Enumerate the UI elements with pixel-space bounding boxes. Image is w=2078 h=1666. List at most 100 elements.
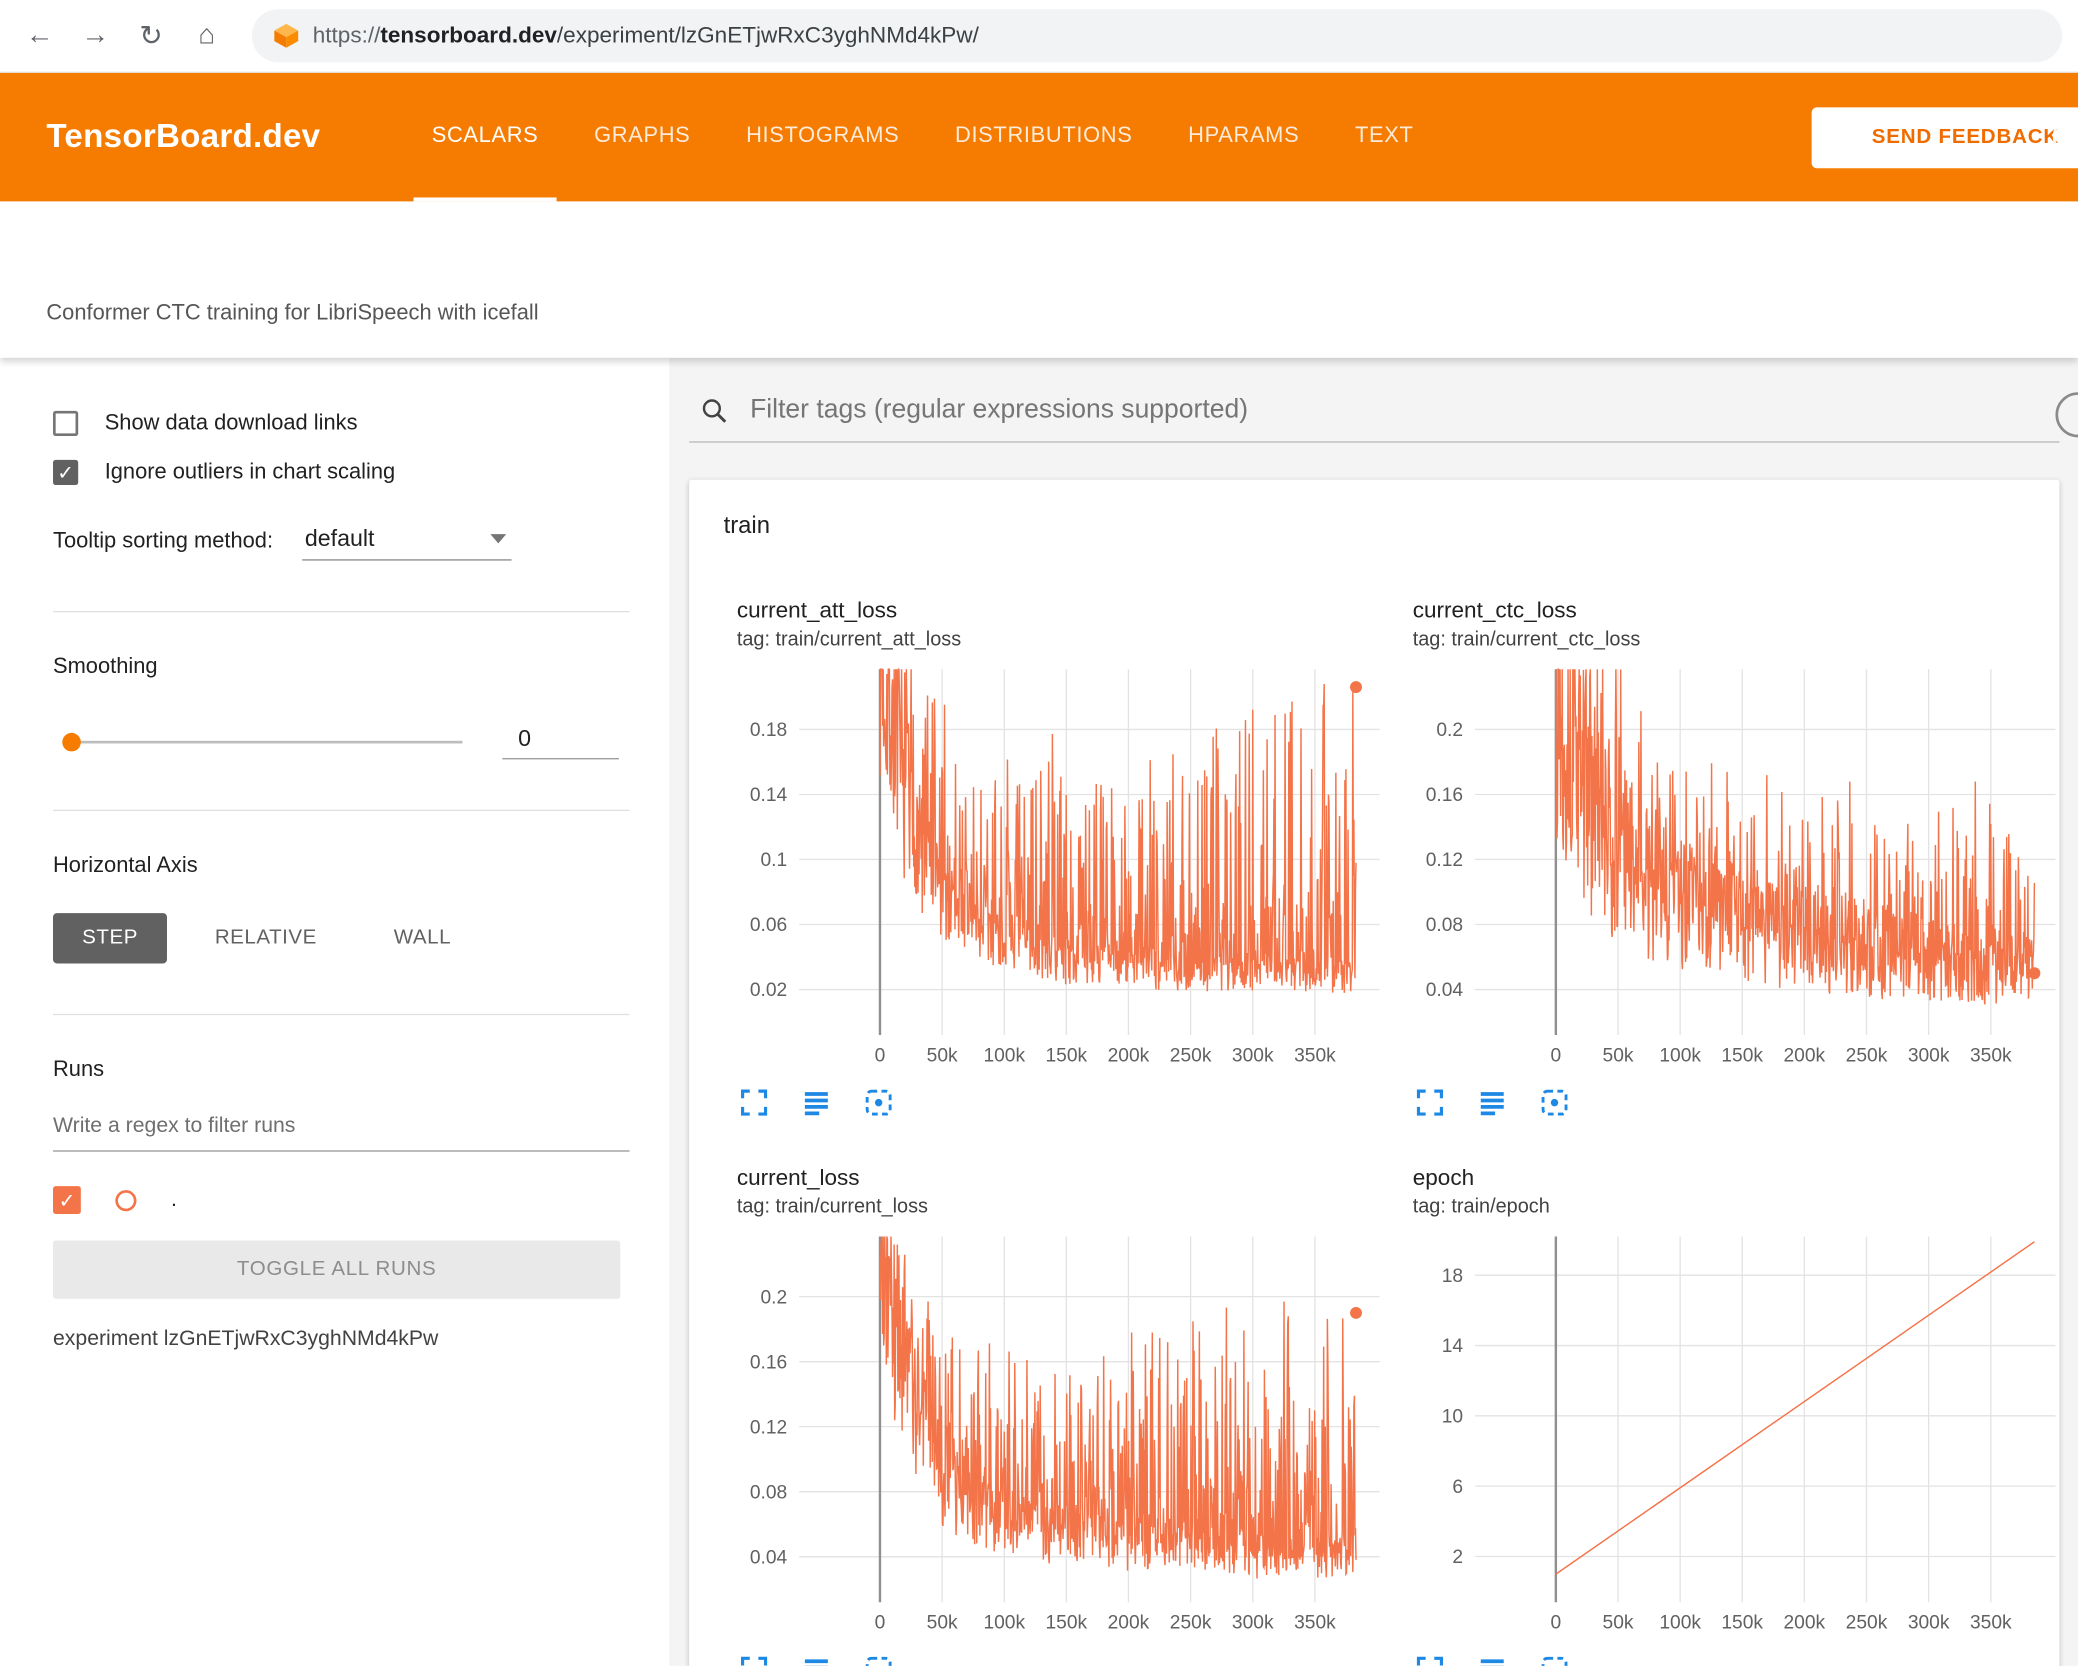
home-icon[interactable]: ⌂ <box>183 12 231 60</box>
slider-thumb[interactable] <box>62 732 81 752</box>
train-section-card: train current_att_loss tag: train/curren… <box>689 479 2060 1666</box>
checkbox-checked-icon[interactable]: ✓ <box>53 459 79 486</box>
runs-label: Runs <box>53 1057 105 1082</box>
tab-histograms[interactable]: HISTOGRAMS <box>728 73 918 202</box>
tab-scalars[interactable]: SCALARS <box>413 73 557 202</box>
svg-text:10: 10 <box>1442 1406 1463 1427</box>
svg-text:150k: 150k <box>1045 1613 1087 1634</box>
svg-text:0.1: 0.1 <box>761 850 788 871</box>
run-name: . <box>170 1188 177 1211</box>
svg-text:300k: 300k <box>1232 1613 1274 1634</box>
runs-filter <box>53 1114 630 1152</box>
charts-grid: current_att_loss tag: train/current_att_… <box>689 561 2059 1666</box>
run-lines-icon[interactable] <box>799 1085 833 1119</box>
show-download-links-checkbox-row[interactable]: Show data download links <box>53 410 629 437</box>
chart-title: current_loss <box>736 1164 860 1191</box>
app-header: TensorBoard.dev SCALARS GRAPHS HISTOGRAMS D… <box>0 72 2078 202</box>
svg-text:50k: 50k <box>927 1046 958 1067</box>
scalar-chart[interactable]: 0.04 0.08 0.12 0.16 0.2 0 50k 100k 150k 200k 250k 3… <box>1399 661 2062 1074</box>
toggle-all-runs-button[interactable]: TOGGLE ALL RUNS <box>53 1240 621 1299</box>
smoothing-slider-row: 0 <box>53 725 629 760</box>
svg-text:350k: 350k <box>1970 1046 2012 1067</box>
svg-text:0: 0 <box>875 1613 886 1634</box>
search-icon <box>702 398 727 423</box>
checkbox-unchecked-icon[interactable] <box>53 410 79 437</box>
svg-text:150k: 150k <box>1721 1046 1763 1067</box>
run-checkbox-checked-icon[interactable]: ✓ <box>53 1186 81 1214</box>
page-root: ← → ↻ ⌂ https://tensorboard.dev/experime… <box>0 0 2078 1666</box>
fit-domain-icon[interactable] <box>861 1085 895 1119</box>
tooltip-sorting-dropdown[interactable]: default <box>302 524 512 561</box>
tab-distributions[interactable]: DISTRIBUTIONS <box>936 73 1151 202</box>
svg-text:150k: 150k <box>1045 1046 1087 1067</box>
svg-text:0.18: 0.18 <box>750 720 787 741</box>
content: Show data download links ✓ Ignore outlie… <box>0 357 2078 1666</box>
svg-text:350k: 350k <box>1294 1613 1336 1634</box>
tensorboard-favicon-icon <box>274 23 299 48</box>
svg-text:350k: 350k <box>1294 1046 1336 1067</box>
axis-options: STEP RELATIVE WALL <box>53 913 629 964</box>
axis-option-relative[interactable]: RELATIVE <box>186 913 346 963</box>
expand-chart-icon[interactable] <box>1413 1085 1447 1119</box>
chart-card: current_ctc_loss tag: train/current_ctc_… <box>1399 598 2062 1120</box>
fit-domain-icon[interactable] <box>861 1653 895 1666</box>
svg-text:0.04: 0.04 <box>750 1547 788 1568</box>
svg-text:0: 0 <box>1551 1046 1562 1067</box>
axis-option-wall[interactable]: WALL <box>365 913 481 963</box>
svg-text:0.14: 0.14 <box>750 785 788 806</box>
svg-text:0.16: 0.16 <box>750 1352 787 1373</box>
axis-option-step[interactable]: STEP <box>53 913 168 964</box>
ignore-outliers-checkbox-row[interactable]: ✓ Ignore outliers in chart scaling <box>53 459 629 486</box>
svg-text:50k: 50k <box>1603 1613 1634 1634</box>
tab-graphs[interactable]: GRAPHS <box>576 73 709 202</box>
svg-text:0.06: 0.06 <box>750 915 787 936</box>
chart-card: epoch tag: train/epoch 2 6 10 14 18 0 50k 100k 1… <box>1399 1165 2062 1666</box>
back-icon[interactable]: ← <box>16 12 64 60</box>
divider <box>53 1013 630 1016</box>
dropdown-value: default <box>304 524 375 552</box>
run-lines-icon[interactable] <box>1475 1085 1509 1119</box>
smoothing-label: Smoothing <box>53 654 158 679</box>
divider <box>53 610 630 613</box>
svg-text:100k: 100k <box>1659 1613 1701 1634</box>
fit-domain-icon[interactable] <box>1537 1653 1571 1666</box>
reload-icon[interactable]: ↻ <box>127 12 175 60</box>
smoothing-slider[interactable] <box>62 732 463 752</box>
svg-text:0.2: 0.2 <box>761 1287 788 1308</box>
svg-text:100k: 100k <box>983 1046 1025 1067</box>
scalar-chart[interactable]: 0.04 0.08 0.12 0.16 0.2 0 50k 100k 150k 200k 250k 3… <box>724 1229 1387 1642</box>
expand-chart-icon[interactable] <box>737 1653 771 1666</box>
runs-filter-input[interactable] <box>53 1114 630 1139</box>
run-lines-icon[interactable] <box>1475 1653 1509 1666</box>
chart-title: current_ctc_loss <box>1412 597 1577 623</box>
send-feedback-button[interactable]: SEND FEEDBACK <box>1811 107 2078 169</box>
run-lines-icon[interactable] <box>799 1653 833 1666</box>
svg-text:0.02: 0.02 <box>750 980 787 1001</box>
browser-chrome: ← → ↻ ⌂ https://tensorboard.dev/experime… <box>0 0 2078 73</box>
experiment-title-bar: Conformer CTC training for LibriSpeech w… <box>0 201 2078 358</box>
expand-chart-icon[interactable] <box>1413 1653 1447 1666</box>
expand-chart-icon[interactable] <box>737 1085 771 1119</box>
address-bar[interactable]: https://tensorboard.dev/experiment/lzGnE… <box>251 9 2063 63</box>
svg-text:350k: 350k <box>1970 1613 2012 1634</box>
run-row[interactable]: ✓ . <box>53 1186 629 1214</box>
brand-title: TensorBoard.dev <box>46 117 321 156</box>
scalar-chart[interactable]: 2 6 10 14 18 0 50k 100k 150k 200k 250k 300k 350k <box>1399 1229 2062 1642</box>
chart-title: epoch <box>1412 1164 1475 1191</box>
fit-domain-icon[interactable] <box>1537 1085 1571 1119</box>
tag-filter-input[interactable] <box>750 394 2055 426</box>
svg-text:18: 18 <box>1442 1266 1463 1287</box>
tab-hparams[interactable]: HPARAMS <box>1170 73 1318 202</box>
section-header-train[interactable]: train <box>689 480 2059 561</box>
svg-text:250k: 250k <box>1170 1613 1212 1634</box>
svg-text:300k: 300k <box>1232 1046 1274 1067</box>
svg-text:200k: 200k <box>1784 1046 1826 1067</box>
svg-text:200k: 200k <box>1784 1613 1826 1634</box>
chart-title: current_att_loss <box>736 597 898 623</box>
forward-icon[interactable]: → <box>72 12 120 60</box>
smoothing-value-field[interactable]: 0 <box>502 725 619 760</box>
svg-text:50k: 50k <box>1603 1046 1634 1067</box>
tab-text[interactable]: TEXT <box>1336 73 1432 202</box>
chart-toolbar <box>724 1653 1387 1666</box>
scalar-chart[interactable]: 0.02 0.06 0.1 0.14 0.18 0 50k 100k 150k 200k 250k 3… <box>724 661 1387 1074</box>
